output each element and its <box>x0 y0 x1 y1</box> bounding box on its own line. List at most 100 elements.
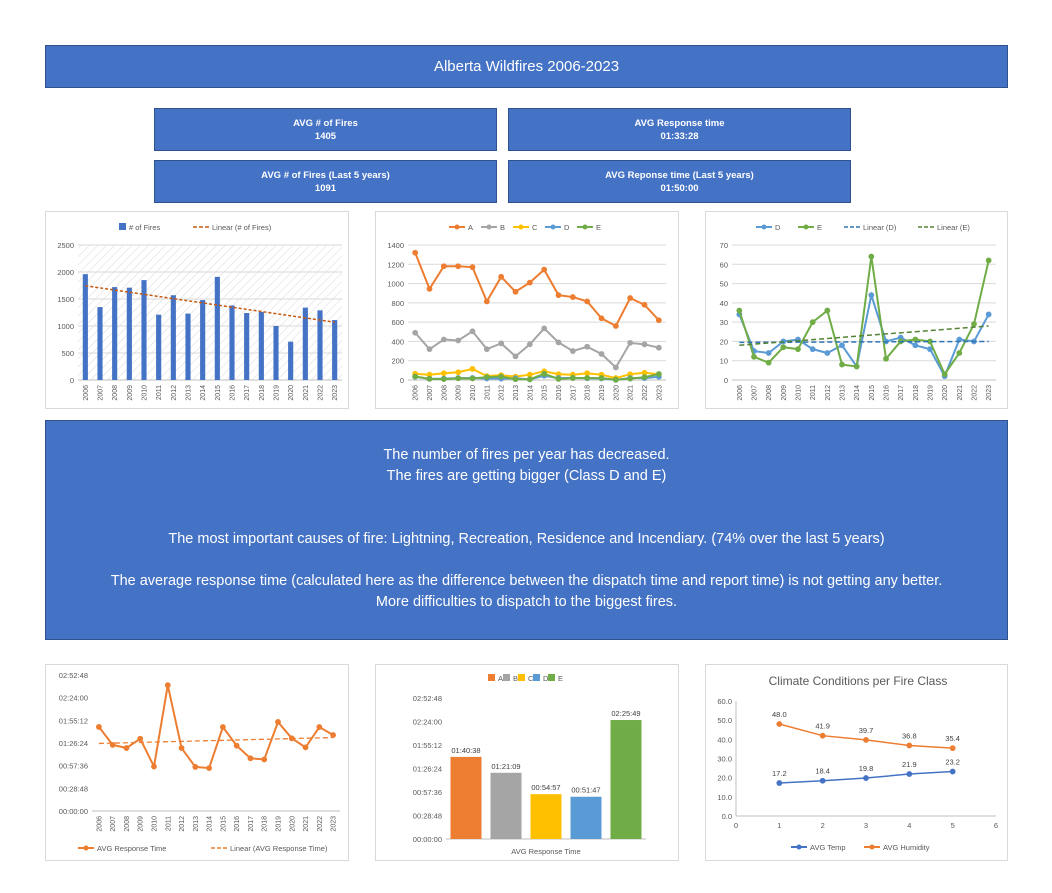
point-e <box>641 374 648 381</box>
chart-response-time: 00:00:00 00:28:48 00:57:36 01:26:24 01:55:12… <box>45 664 349 861</box>
x-tick-label: 2008 <box>112 385 119 401</box>
x-tick-label: 2022 <box>972 385 979 401</box>
legend-b-label: B <box>500 223 505 232</box>
point-a <box>512 288 519 295</box>
y-tick-label: 60 <box>720 260 728 269</box>
kpi-value: 1091 <box>314 182 337 194</box>
point-c <box>584 370 591 377</box>
x-tick-label: 5 <box>951 821 955 830</box>
chart-climate: Climate Conditions per Fire Class 0.0 10.0… <box>705 664 1008 861</box>
y-tick-label: 600 <box>391 318 404 327</box>
point-e <box>780 344 787 351</box>
x-tick-label: 2012 <box>499 385 506 401</box>
point-e <box>883 355 889 362</box>
point-e <box>412 373 419 380</box>
point <box>776 721 783 727</box>
x-tick-label: 2010 <box>152 816 159 832</box>
data-label: 17.2 <box>772 769 787 778</box>
y-tick-label: 01:26:24 <box>59 739 88 748</box>
point-d <box>985 311 992 318</box>
point-a <box>483 298 490 305</box>
y-tick-label: 10.0 <box>717 793 732 802</box>
x-tick-label: 2016 <box>230 385 237 401</box>
data-label: 01:21:09 <box>491 762 520 771</box>
y-tick-label: 00:57:36 <box>59 762 88 771</box>
point-b <box>641 341 648 348</box>
x-tick-label: 2021 <box>303 385 310 401</box>
point-e <box>426 375 433 382</box>
x-tick-label: 2022 <box>317 816 324 832</box>
x-tick-label: 2016 <box>556 385 563 401</box>
x-tick-label: 2023 <box>656 385 663 401</box>
point-e <box>839 361 845 368</box>
y-tick-label: 02:52:48 <box>59 671 88 680</box>
y-tick-label: 50.0 <box>717 716 732 725</box>
x-tick-label: 2016 <box>884 385 891 401</box>
bar-c <box>530 794 562 839</box>
y-tick-label: 1400 <box>387 241 404 250</box>
x-tick-label: 2019 <box>928 385 935 401</box>
data-label: 48.0 <box>772 710 787 719</box>
x-tick-label: 2011 <box>165 816 172 831</box>
x-tick-label: 2021 <box>628 385 635 401</box>
legend-b-label: B <box>513 674 518 683</box>
bar <box>200 300 206 380</box>
legend-b-marker <box>486 224 492 230</box>
x-tick-label: 2012 <box>825 385 832 401</box>
point <box>330 732 337 738</box>
point-e <box>868 253 875 260</box>
point-e <box>627 375 634 382</box>
x-tick-label: 2014 <box>527 385 534 401</box>
x-tick-label: 2018 <box>913 385 920 401</box>
summary-panel: The number of fires per year has decreas… <box>45 420 1008 640</box>
x-tick-label: 2019 <box>599 385 606 401</box>
kpi-avg-response: AVG Response time 01:33:28 <box>508 108 851 151</box>
legend-d-swatch <box>533 674 540 681</box>
legend-linear-d-label: Linear (D) <box>863 223 897 232</box>
point-b <box>526 341 533 348</box>
point-e <box>971 321 977 327</box>
data-label: 01:40:38 <box>451 746 480 755</box>
bar-a <box>450 756 482 839</box>
point-d <box>809 346 816 353</box>
x-tick-label: 2021 <box>957 385 964 401</box>
kpi-label: AVG # of Fires <box>293 117 358 129</box>
kpi-value: 01:33:28 <box>660 130 699 142</box>
y-tick-label: 2500 <box>57 241 74 250</box>
point <box>151 763 157 770</box>
point <box>233 742 240 749</box>
point-e <box>809 319 816 326</box>
x-tick-label: 2017 <box>244 385 251 401</box>
legend-c-swatch <box>518 674 525 681</box>
x-axis-label: AVG Response Time <box>511 847 580 856</box>
x-tick-label: 2007 <box>110 816 117 832</box>
legend-d-marker <box>550 224 556 230</box>
x-tick-label: 2020 <box>942 385 949 401</box>
point-a <box>598 315 605 322</box>
point-e <box>612 376 619 383</box>
x-tick-label: 2014 <box>854 385 861 401</box>
point-e <box>498 373 505 380</box>
legend-a-label: A <box>498 674 503 683</box>
point-b <box>627 339 634 346</box>
x-tick-label: 2017 <box>248 816 255 832</box>
legend-a-swatch <box>488 674 495 681</box>
legend-temp-label: AVG Temp <box>810 843 846 852</box>
y-tick-label: 20.0 <box>717 774 732 783</box>
point <box>192 764 199 770</box>
chart-title: Climate Conditions per Fire Class <box>769 674 948 688</box>
x-tick-label: 2 <box>821 821 825 830</box>
y-tick-label: 00:57:36 <box>413 788 442 797</box>
data-label: 41.9 <box>815 722 830 731</box>
x-tick-label: 3 <box>864 821 868 830</box>
point-b <box>541 325 548 332</box>
x-tick-label: 2011 <box>156 385 163 400</box>
point-e <box>655 371 662 377</box>
point <box>219 724 226 730</box>
point-e <box>736 307 743 314</box>
point <box>819 777 826 784</box>
data-label: 02:25:49 <box>611 709 640 718</box>
chart-fire-classes: 0 200 400 600 800 1000 1200 1400 2006 2007 2008 200… <box>375 211 679 409</box>
point <box>95 724 102 730</box>
y-tick-label: 500 <box>61 349 74 358</box>
